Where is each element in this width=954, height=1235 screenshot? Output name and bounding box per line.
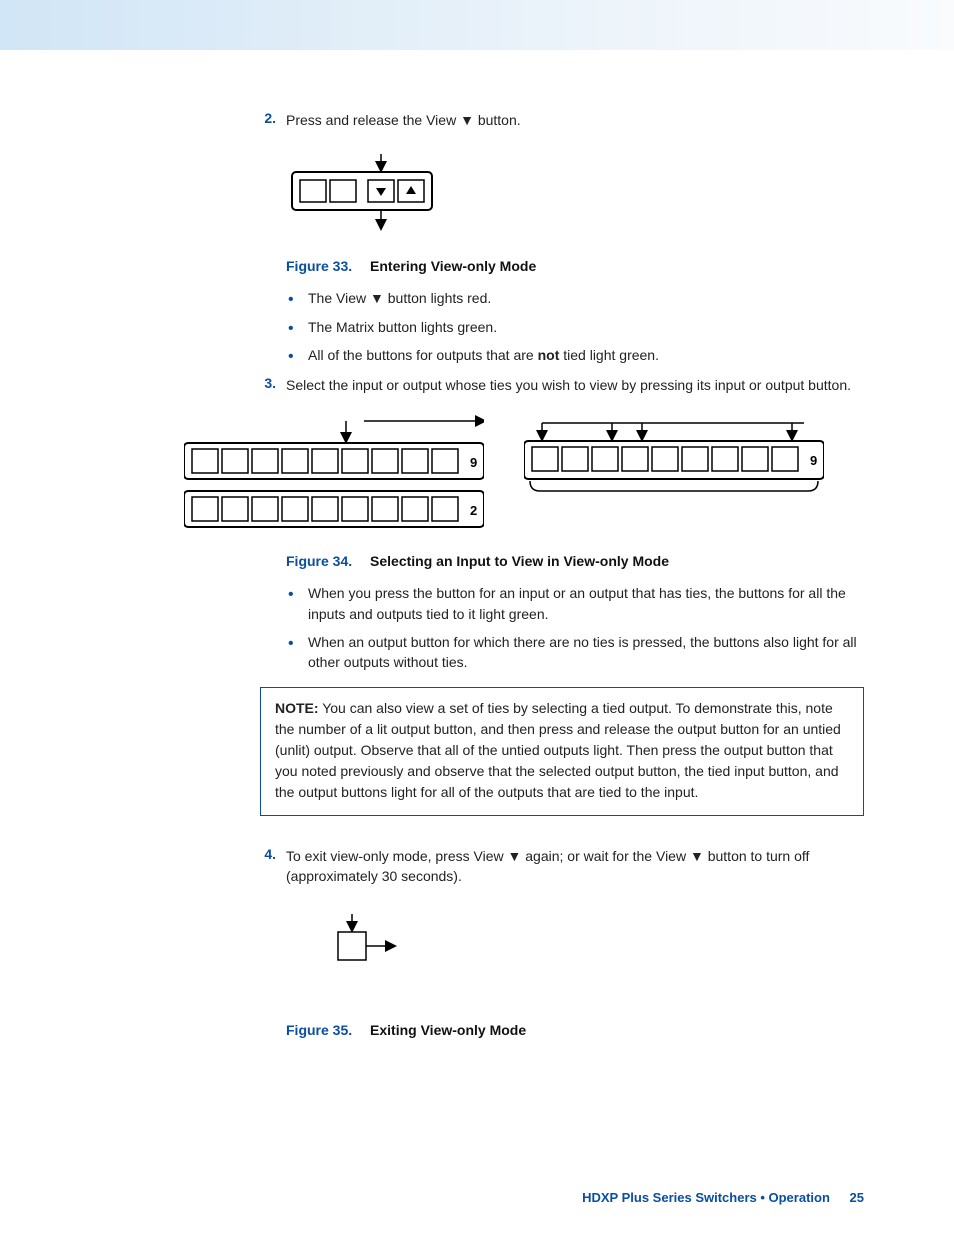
text-fragment: tied light green. — [559, 347, 659, 363]
figure-title: Exiting View-only Mode — [370, 1022, 526, 1038]
figure-34-diagram: 9 2 — [184, 415, 864, 535]
step-2: 2. Press and release the View ▼ button. — [260, 110, 864, 130]
figure-label: Figure 33. — [286, 258, 352, 274]
truncated-label: 9 — [810, 453, 817, 468]
page-footer: HDXP Plus Series Switchers • Operation 2… — [582, 1190, 864, 1205]
text-fragment: Press and release the View — [286, 112, 460, 128]
figure-33-caption: Figure 33. Entering View-only Mode — [286, 258, 864, 274]
step-text: Select the input or output whose ties yo… — [286, 375, 851, 395]
text-fragment: All of the buttons for outputs that are — [308, 347, 538, 363]
step-4: 4. To exit view-only mode, press View ▼ … — [260, 846, 864, 887]
figure-34-caption: Figure 34. Selecting an Input to View in… — [286, 553, 864, 569]
step-number: 2. — [260, 110, 276, 130]
list-item: When you press the button for an input o… — [286, 583, 864, 624]
text-fragment: To exit view-only mode, press View — [286, 848, 508, 864]
step-number: 3. — [260, 375, 276, 395]
text-fragment: button. — [474, 112, 521, 128]
header-bar — [0, 0, 954, 50]
list-item: All of the buttons for outputs that are … — [286, 345, 864, 365]
list-item: When an output button for which there ar… — [286, 632, 864, 673]
figure-34-bullets: When you press the button for an input o… — [286, 583, 864, 672]
figure-label: Figure 34. — [286, 553, 352, 569]
text-fragment: again; or wait for the View — [521, 848, 690, 864]
list-item: The View ▼ button lights red. — [286, 288, 864, 308]
step-number: 4. — [260, 846, 276, 887]
down-triangle-glyph: ▼ — [690, 848, 704, 864]
list-item: The Matrix button lights green. — [286, 317, 864, 337]
figure-35-caption: Figure 35. Exiting View-only Mode — [286, 1022, 864, 1038]
text-fragment: The View — [308, 290, 370, 306]
figure-33-bullets: The View ▼ button lights red. The Matrix… — [286, 288, 864, 365]
note-body: You can also view a set of ties by selec… — [275, 700, 841, 800]
step-3: 3. Select the input or output whose ties… — [260, 375, 864, 395]
figure-title: Selecting an Input to View in View-only … — [370, 553, 669, 569]
note-label: NOTE: — [275, 700, 319, 716]
text-fragment: The Matrix button lights green. — [308, 319, 497, 335]
page-number: 25 — [850, 1190, 864, 1205]
footer-text: HDXP Plus Series Switchers • Operation — [582, 1190, 830, 1205]
figure-35-diagram — [330, 912, 864, 982]
page-content: 2. Press and release the View ▼ button. — [0, 50, 954, 1038]
truncated-label: 2 — [470, 503, 477, 518]
figure-label: Figure 35. — [286, 1022, 352, 1038]
step-text: To exit view-only mode, press View ▼ aga… — [286, 846, 864, 887]
bold-word: not — [538, 347, 560, 363]
note-box: NOTE: You can also view a set of ties by… — [260, 687, 864, 816]
figure-title: Entering View-only Mode — [370, 258, 536, 274]
text-fragment: button lights red. — [384, 290, 491, 306]
step-text: Press and release the View ▼ button. — [286, 110, 521, 130]
down-triangle-glyph: ▼ — [508, 848, 522, 864]
down-triangle-glyph: ▼ — [370, 290, 384, 306]
down-triangle-glyph: ▼ — [460, 112, 474, 128]
figure-33-diagram — [286, 150, 864, 240]
truncated-label: 9 — [470, 455, 477, 470]
